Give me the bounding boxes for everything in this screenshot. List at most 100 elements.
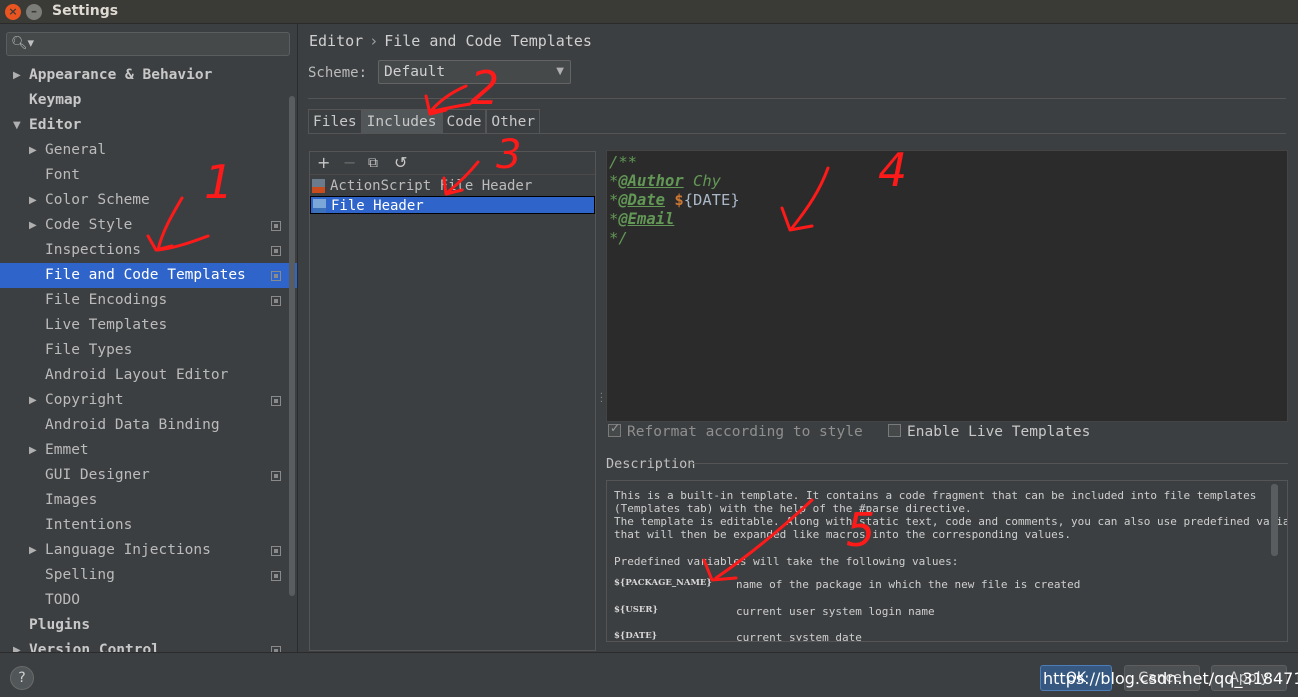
chevron-right-icon[interactable]: ▶ xyxy=(29,138,37,163)
copy-icon[interactable]: ⧉ xyxy=(368,152,378,174)
variable-name: ${DATE} xyxy=(614,631,658,641)
minimize-window-icon[interactable]: – xyxy=(26,4,42,20)
enable-live-templates-label: Enable Live Templates xyxy=(907,424,1091,440)
sidebar-item-label: File Types xyxy=(45,342,133,358)
sidebar-item-keymap[interactable]: Keymap xyxy=(0,88,297,113)
sidebar-item-inspections[interactable]: Inspections xyxy=(0,238,297,263)
settings-search-input[interactable]: 🔍︎▾ xyxy=(6,32,290,56)
sidebar-item-label: File Encodings xyxy=(45,292,168,308)
sidebar-item-label: File and Code Templates xyxy=(45,267,246,283)
enable-live-templates-checkbox[interactable]: Enable Live Templates xyxy=(888,424,1090,440)
template-item-file-header[interactable]: File Header xyxy=(310,196,595,214)
sidebar-item-label: Keymap xyxy=(29,92,82,108)
window-title: Settings xyxy=(52,3,119,19)
sidebar-item-file-encodings[interactable]: File Encodings xyxy=(0,288,297,313)
scheme-select[interactable]: Default ▼ xyxy=(378,60,571,84)
breadcrumb-separator: › xyxy=(369,32,379,50)
checkbox-unchecked-icon xyxy=(888,424,901,437)
tab-divider xyxy=(308,133,1286,134)
sidebar-item-language-injections[interactable]: ▶ Language Injections xyxy=(0,538,297,563)
sidebar-item-live-templates[interactable]: Live Templates xyxy=(0,313,297,338)
close-window-icon[interactable]: × xyxy=(5,4,21,20)
chevron-right-icon[interactable]: ▶ xyxy=(13,638,21,652)
tab-other[interactable]: Other xyxy=(486,109,541,133)
sidebar-item-label: Intentions xyxy=(45,517,133,533)
sidebar-item-font[interactable]: Font xyxy=(0,163,297,188)
sidebar-item-editor[interactable]: ▼ Editor xyxy=(0,113,297,138)
sidebar-item-images[interactable]: Images xyxy=(0,488,297,513)
sidebar-item-general[interactable]: ▶ General xyxy=(0,138,297,163)
search-icon: 🔍︎▾ xyxy=(11,36,35,51)
sidebar-item-label: Color Scheme xyxy=(45,192,150,208)
sidebar-item-label: Spelling xyxy=(45,567,115,583)
sidebar-item-emmet[interactable]: ▶ Emmet xyxy=(0,438,297,463)
remove-icon[interactable]: − xyxy=(343,152,356,174)
reformat-checkbox[interactable]: Reformat according to style xyxy=(608,421,863,440)
watermark: https://blog.csdn.net/qq_31847185 xyxy=(1043,669,1298,688)
sidebar-item-label: Live Templates xyxy=(45,317,168,333)
help-button[interactable]: ? xyxy=(10,666,34,690)
template-list-panel: + − ⧉ ↺ ActionScript File Header File Hea… xyxy=(309,151,596,651)
sidebar-item-label: Android Data Binding xyxy=(45,417,220,433)
sidebar-item-todo[interactable]: TODO xyxy=(0,588,297,613)
description-line: The template is editable. Along with sta… xyxy=(614,515,1288,528)
tab-code[interactable]: Code xyxy=(441,109,487,133)
dialog-footer: ? OK Cancel Apply https://blog.csdn.net/… xyxy=(0,652,1298,697)
sidebar-item-label: Version Control xyxy=(29,642,160,652)
tab-includes[interactable]: Includes xyxy=(361,109,442,133)
description-scrollbar[interactable] xyxy=(1271,484,1278,556)
chevron-right-icon[interactable]: ▶ xyxy=(29,538,37,563)
project-scope-icon xyxy=(271,471,281,481)
actionscript-file-icon xyxy=(312,179,325,193)
checkbox-checked-icon xyxy=(608,421,621,437)
chevron-right-icon[interactable]: ▶ xyxy=(13,63,21,88)
title-bar: × – Settings xyxy=(0,0,1298,24)
sidebar-item-color-scheme[interactable]: ▶ Color Scheme xyxy=(0,188,297,213)
sidebar-item-file-types[interactable]: File Types xyxy=(0,338,297,363)
variable-desc: current user system login name xyxy=(736,605,935,618)
add-icon[interactable]: + xyxy=(317,152,330,174)
sidebar-item-copyright[interactable]: ▶ Copyright xyxy=(0,388,297,413)
sidebar-item-code-style[interactable]: ▶ Code Style xyxy=(0,213,297,238)
sidebar-item-version-control[interactable]: ▶ Version Control xyxy=(0,638,297,652)
description-line: This is a built-in template. It contains… xyxy=(614,489,1257,502)
sidebar-item-gui-designer[interactable]: GUI Designer xyxy=(0,463,297,488)
template-tabs: Files Includes Code Other xyxy=(308,109,541,133)
sidebar-item-spelling[interactable]: Spelling xyxy=(0,563,297,588)
chevron-right-icon[interactable]: ▶ xyxy=(29,213,37,238)
description-panel[interactable]: This is a built-in template. It contains… xyxy=(606,480,1288,642)
sidebar-item-file-and-code-templates[interactable]: File and Code Templates xyxy=(0,263,297,288)
sidebar-item-label: TODO xyxy=(45,592,80,608)
chevron-right-icon[interactable]: ▶ xyxy=(29,388,37,413)
project-scope-icon xyxy=(271,296,281,306)
chevron-right-icon[interactable]: ▶ xyxy=(29,438,37,463)
template-item-label: ActionScript File Header xyxy=(330,178,533,194)
reset-icon[interactable]: ↺ xyxy=(394,152,407,174)
splitter-handle[interactable]: · · · xyxy=(599,390,604,406)
sidebar-item-label: Code Style xyxy=(45,217,133,233)
sidebar-item-label: Emmet xyxy=(45,442,89,458)
sidebar-scrollbar[interactable] xyxy=(289,96,295,596)
project-scope-icon xyxy=(271,246,281,256)
sidebar-item-intentions[interactable]: Intentions xyxy=(0,513,297,538)
template-toolbar: + − ⧉ ↺ xyxy=(310,152,595,175)
sidebar-item-plugins[interactable]: Plugins xyxy=(0,613,297,638)
sidebar-item-appearance-behavior[interactable]: ▶ Appearance & Behavior xyxy=(0,63,297,88)
scheme-value: Default xyxy=(384,64,446,80)
template-code-editor[interactable]: /** *@Author Chy *@Date ${DATE} *@Email … xyxy=(606,150,1288,422)
sidebar-item-android-data-binding[interactable]: Android Data Binding xyxy=(0,413,297,438)
breadcrumb-editor: Editor xyxy=(309,32,364,50)
chevron-down-icon[interactable]: ▼ xyxy=(13,113,21,138)
tab-files[interactable]: Files xyxy=(308,109,362,133)
project-scope-icon xyxy=(271,546,281,556)
template-code: /** *@Author Chy *@Date ${DATE} *@Email … xyxy=(609,153,740,247)
variable-desc: name of the package in which the new fil… xyxy=(736,578,1081,591)
template-item-actionscript-file-header[interactable]: ActionScript File Header xyxy=(310,177,595,195)
sidebar-item-label: General xyxy=(45,142,107,158)
description-predefined: Predefined variables will take the follo… xyxy=(614,555,959,568)
chevron-right-icon[interactable]: ▶ xyxy=(29,188,37,213)
sidebar-item-label: GUI Designer xyxy=(45,467,150,483)
variable-desc: current system date xyxy=(736,631,862,642)
variable-name: ${USER} xyxy=(614,605,658,615)
sidebar-item-android-layout-editor[interactable]: Android Layout Editor xyxy=(0,363,297,388)
